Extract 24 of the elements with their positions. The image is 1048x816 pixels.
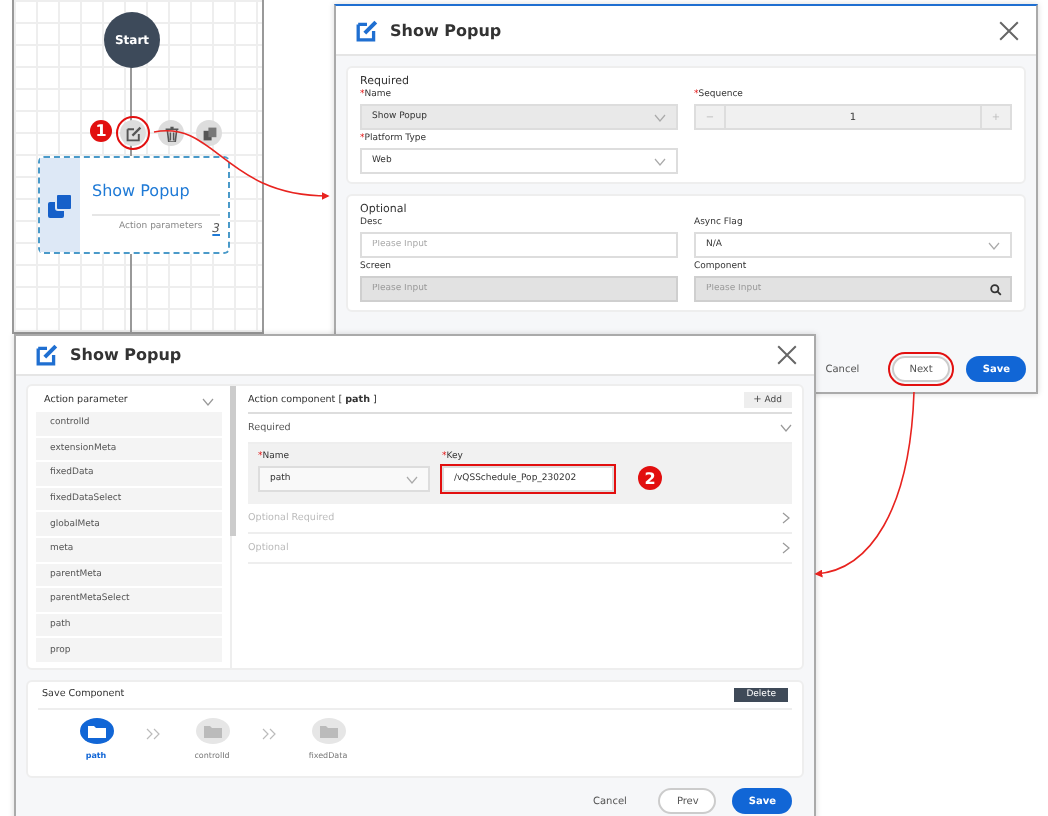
- edit-icon: [356, 19, 378, 41]
- search-icon[interactable]: [990, 283, 1002, 295]
- double-chevron-icon: [262, 728, 278, 740]
- edit-icon[interactable]: [120, 120, 146, 146]
- close-icon[interactable]: [998, 19, 1020, 41]
- dialog-title: Show Popup: [70, 346, 184, 364]
- dialog-title: Show Popup: [390, 21, 504, 39]
- chevron-down-icon[interactable]: [654, 157, 666, 165]
- chevron-down-icon[interactable]: [406, 475, 418, 483]
- node-title: Show Popup: [92, 182, 192, 200]
- step-badge: 2: [638, 466, 662, 490]
- chevron-down-icon[interactable]: [988, 241, 1000, 249]
- folder-icon[interactable]: [79, 718, 113, 744]
- chevron-down-icon[interactable]: [202, 397, 214, 405]
- copy-icon[interactable]: [196, 120, 222, 146]
- double-chevron-icon: [146, 728, 162, 740]
- chevron-right-icon[interactable]: [780, 542, 792, 554]
- close-icon[interactable]: [776, 344, 798, 366]
- chevron-down-icon[interactable]: [780, 422, 792, 434]
- step-badge: 1: [90, 120, 112, 142]
- copy-icon: [48, 193, 72, 217]
- trash-icon[interactable]: [158, 120, 184, 146]
- chevron-right-icon[interactable]: [780, 512, 792, 524]
- edit-icon: [36, 344, 58, 366]
